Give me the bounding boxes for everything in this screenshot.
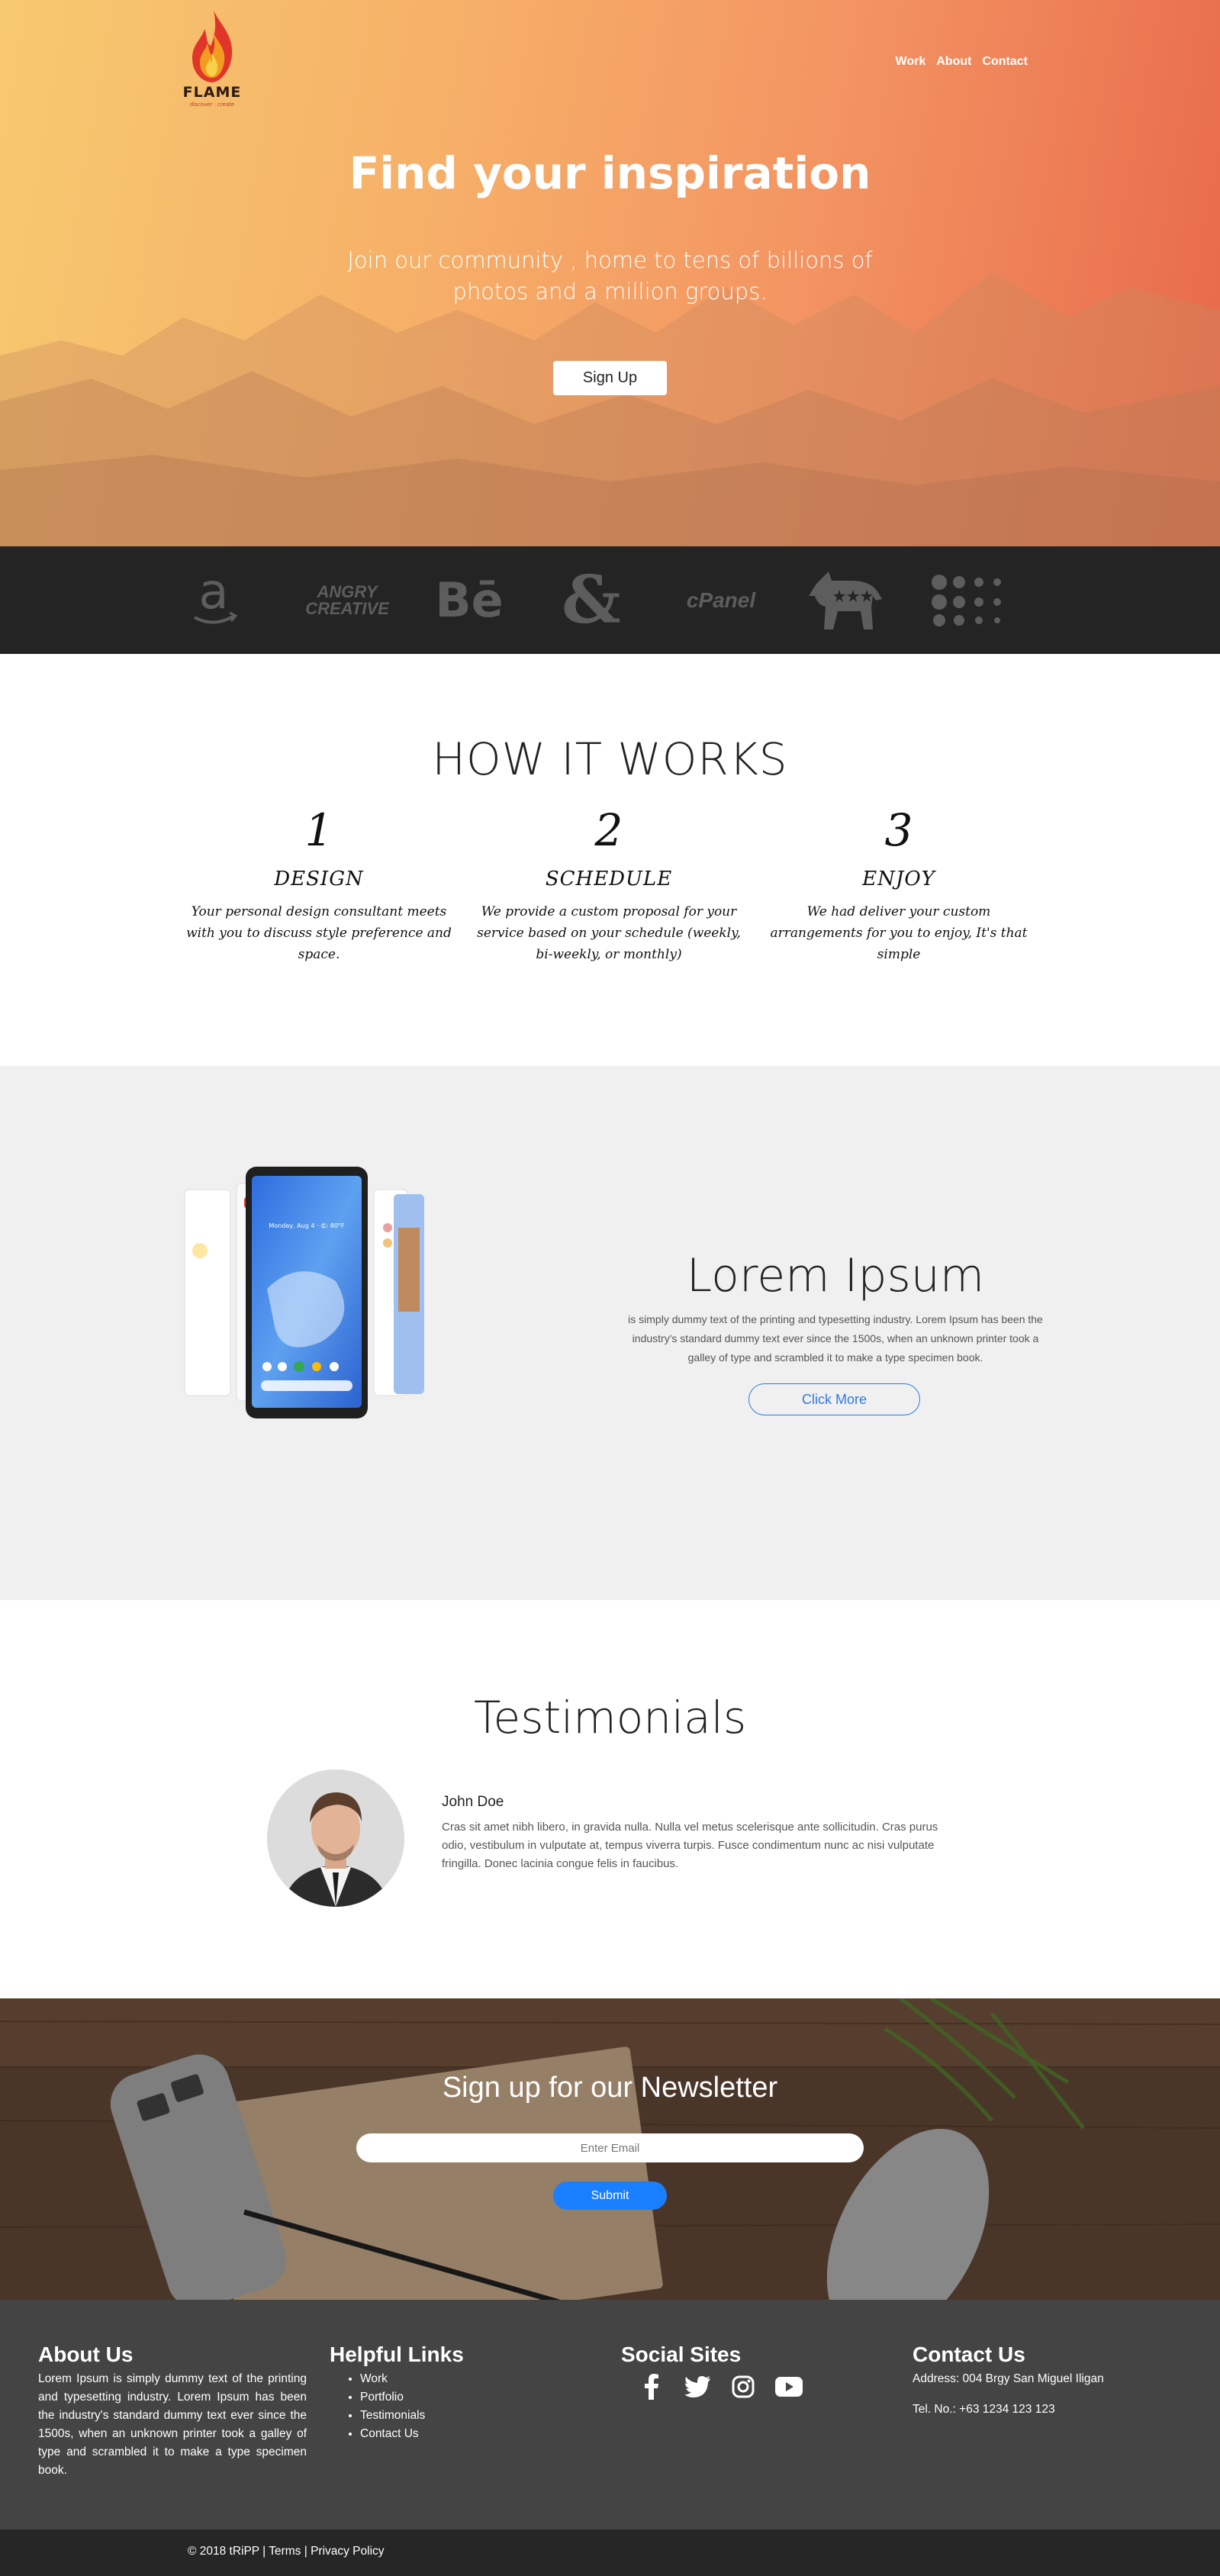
cpanel-text: cPanel [686, 588, 756, 612]
privacy-policy-link[interactable]: Privacy Policy [311, 2545, 384, 2558]
testimonial-name: John Doe [442, 1794, 504, 1810]
separator: | [301, 2545, 311, 2558]
signup-button[interactable]: Sign Up [553, 361, 667, 395]
footer-phone: Tel. No.: +63 1234 123 123 [913, 2403, 1055, 2416]
person-photo [267, 1769, 404, 1907]
behance-logo: Bē [431, 546, 507, 654]
newsletter-section: Sign up for our Newsletter Submit [0, 1998, 1220, 2300]
footer-link-testimonials[interactable]: Testimonials [360, 2407, 464, 2425]
copyright: © 2018 tRiPP [188, 2545, 259, 2558]
brand-logos-bar: a ANGRY CREATIVE Bē & cPanel [0, 546, 1220, 654]
testimonials-section: Testimonials John Doe Cras sit amet nibh… [0, 1600, 1220, 1998]
angry-creative-line1: ANGRY [317, 581, 378, 601]
instagram-icon[interactable] [729, 2373, 757, 2401]
dungeons-dragons-logo: & [562, 561, 621, 639]
feature-section: Monday, Aug 4 · 🌤 80°F Lorem Ipsum is si… [0, 1066, 1220, 1600]
footer-link-work[interactable]: Work [360, 2370, 464, 2388]
footer-links: Helpful Links Work Portfolio Testimonial… [330, 2343, 464, 2443]
how-it-works-section: HOW IT WORKS 1 DESIGN Your personal desi… [0, 654, 1220, 1066]
hero-title: Find your inspiration [349, 147, 871, 199]
submit-button[interactable]: Submit [553, 2182, 667, 2210]
separator: | [259, 2545, 269, 2558]
twitter-icon[interactable] [684, 2373, 711, 2401]
step-description: Your personal design consultant meets wi… [186, 904, 452, 962]
copyright-text: © 2018 tRiPP | Terms | Privacy Policy [188, 2545, 385, 2558]
step-description: We provide a custom proposal for your se… [477, 904, 741, 962]
feature-title: Lorem Ipsum [686, 1249, 985, 1302]
angry-creative-line2: CREATIVE [305, 598, 389, 618]
footer-contact: Contact Us Address: 004 Brgy San Miguel … [913, 2343, 1104, 2419]
hero-subtitle-line2: photos and a million groups. [452, 279, 768, 304]
hero-section: FLAME discover · create Work About Conta… [0, 0, 1220, 546]
step-number: 2 [594, 804, 623, 856]
cpanel-logo: cPanel [679, 546, 763, 654]
copyright-bar: © 2018 tRiPP | Terms | Privacy Policy [0, 2529, 1220, 2576]
brand-name: FLAME [182, 84, 242, 101]
email-input[interactable] [356, 2133, 864, 2162]
how-title: HOW IT WORKS [432, 733, 788, 785]
nav-contact-link[interactable]: Contact [982, 55, 1028, 69]
footer-about: About Us Lorem Ipsum is simply dummy tex… [38, 2343, 307, 2480]
phone-mockups-image: Monday, Aug 4 · 🌤 80°F [184, 1167, 424, 1418]
democrat-logo [805, 546, 885, 654]
step-schedule: 2 SCHEDULE We provide a custom proposal … [472, 803, 746, 965]
testimonials-title: Testimonials [473, 1692, 747, 1744]
brand-tagline: discover · create [189, 101, 235, 108]
nav-about-link[interactable]: About [936, 55, 971, 69]
footer-social-title: Social Sites [621, 2343, 742, 2366]
footer-link-contact-us[interactable]: Contact Us [360, 2425, 464, 2443]
avatar [267, 1769, 404, 1907]
footer-social: Social Sites [621, 2343, 803, 2401]
phone-time-text: Monday, Aug 4 · 🌤 80°F [269, 1222, 344, 1229]
flame-logo[interactable]: FLAME discover · create [182, 9, 243, 120]
dots-logo [927, 546, 1011, 654]
terms-link[interactable]: Terms [269, 2545, 301, 2558]
step-title: ENJOY [862, 868, 935, 890]
step-title: SCHEDULE [545, 868, 673, 890]
step-number: 1 [304, 804, 333, 856]
footer-address: Address: 004 Brgy San Miguel Iligan [913, 2372, 1104, 2385]
svg-text:a: a [198, 570, 228, 620]
hero-subtitle-line1: Join our community , home to tens of bil… [347, 247, 873, 273]
flame-icon [192, 11, 233, 82]
testimonial-quote: Cras sit amet nibh libero, in gravida nu… [442, 1821, 938, 1870]
footer: About Us Lorem Ipsum is simply dummy tex… [0, 2300, 1220, 2529]
hero-subtitle: Join our community , home to tens of bil… [0, 245, 1220, 308]
facebook-icon[interactable] [638, 2373, 665, 2401]
step-design: 1 DESIGN Your personal design consultant… [182, 803, 456, 965]
footer-link-portfolio[interactable]: Portfolio [360, 2388, 464, 2407]
nav-work-link[interactable]: Work [896, 55, 926, 69]
youtube-icon[interactable] [775, 2373, 803, 2401]
footer-about-text: Lorem Ipsum is simply dummy text of the … [38, 2372, 307, 2477]
feature-text: is simply dummy text of the printing and… [628, 1313, 1043, 1364]
social-icons [621, 2373, 803, 2401]
step-description: We had deliver your custom arrangements … [770, 904, 1028, 962]
click-more-button[interactable]: Click More [748, 1383, 920, 1415]
behance-text: Bē [435, 572, 504, 628]
newsletter-title: Sign up for our Newsletter [442, 2072, 778, 2104]
footer-contact-title: Contact Us [913, 2343, 1025, 2366]
amazon-logo: a [183, 546, 244, 654]
footer-links-title: Helpful Links [330, 2343, 464, 2366]
footer-about-title: About Us [38, 2343, 134, 2366]
main-nav: Work About Contact [896, 55, 1028, 69]
angry-creative-logo: ANGRY CREATIVE [305, 546, 389, 654]
step-number: 3 [884, 804, 913, 856]
step-enjoy: 3 ENJOY We had deliver your custom arran… [761, 803, 1036, 965]
step-title: DESIGN [274, 868, 364, 890]
